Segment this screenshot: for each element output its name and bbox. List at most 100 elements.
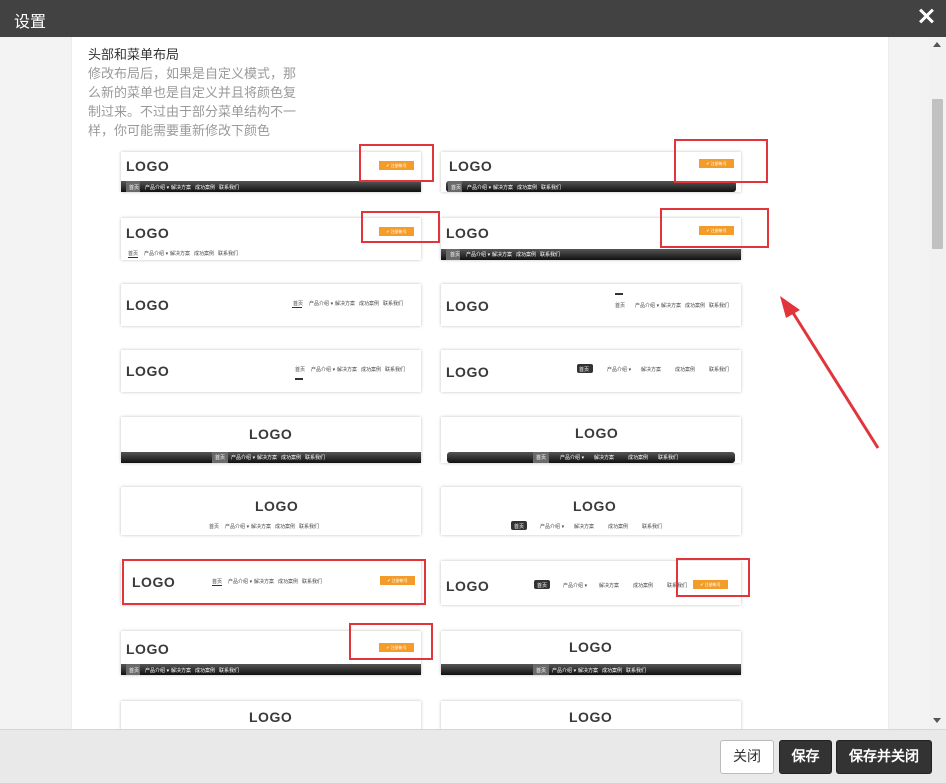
close-icon[interactable] xyxy=(918,8,934,24)
layout-template-card[interactable]: LOGO 首页 产品介绍 ▾ 解决方案 成功案例 联系我们 xyxy=(121,284,421,326)
menu-item: 产品介绍 ▾ xyxy=(145,668,170,674)
template-register-button: ✔ 注册帐号 xyxy=(379,643,414,652)
layout-template-card[interactable]: LOGO ✔ 注册帐号 首页 产品介绍 ▾ 解决方案 成功案例 联系我们 xyxy=(441,218,741,260)
menu-bar xyxy=(447,452,735,463)
layout-template-card[interactable]: LOGO 首页 产品介绍 ▾ 解决方案 成功案例 联系我们 xyxy=(441,487,741,535)
template-logo: LOGO xyxy=(249,426,293,442)
layout-template-card[interactable]: LOGO 首页 产品介绍 ▾ 解决方案 成功案例 联系我们 xyxy=(441,284,741,326)
menu-item: 成功案例 xyxy=(195,668,216,674)
menu-item: 联系我们 xyxy=(709,303,730,309)
save-and-close-button[interactable]: 保存并关闭 xyxy=(836,740,932,774)
section-subtext: 修改布局后，如果是自定义模式，那么新的菜单也是自定义并且将颜色复制过来。不过由于… xyxy=(88,67,297,139)
layout-template-card[interactable]: LOGO ✔ 注册帐号 首页 产品介绍 ▾ 解决方案 成功案例 联系我们 xyxy=(121,218,421,260)
layout-template-card[interactable]: LOGO ✔ 注册帐号 首页 产品介绍 ▾ 解决方案 成功案例 联系我们 xyxy=(121,561,421,605)
menu-item: 首页 xyxy=(514,524,525,530)
menu-item: 首页 xyxy=(536,668,547,674)
template-logo: LOGO xyxy=(132,574,176,590)
layout-template-card[interactable]: LOGO 首页 产品介绍 ▾ 解决方案 成功案例 联系我们 xyxy=(441,417,741,463)
menu-item: 解决方案 xyxy=(492,252,513,258)
menu-item: 首页 xyxy=(295,367,306,373)
template-logo: LOGO xyxy=(446,364,490,380)
menu-item: 解决方案 xyxy=(335,301,356,307)
section-heading: 头部和菜单布局 xyxy=(88,48,180,63)
template-logo: LOGO xyxy=(569,639,613,655)
menu-item: 首页 xyxy=(209,524,220,530)
menu-item: 成功案例 xyxy=(278,579,299,585)
layout-template-card[interactable]: LOGO ✔ 注册帐号 首页 产品介绍 ▾ 解决方案 成功案例 联系我们 xyxy=(121,152,421,192)
layout-template-card[interactable]: LOGO xyxy=(121,701,421,729)
dialog-titlebar: 设置 xyxy=(0,0,946,37)
menu-item: 成功案例 xyxy=(633,583,654,589)
scrollbar[interactable] xyxy=(929,37,946,729)
menu-item: 首页 xyxy=(128,251,139,257)
layout-template-card[interactable]: LOGO 首页 产品介绍 ▾ 解决方案 成功案例 联系我们 ✔ 注册帐号 xyxy=(441,561,741,605)
menu-item: 成功案例 xyxy=(194,251,215,257)
menu-item: 解决方案 xyxy=(171,185,192,191)
template-logo: LOGO xyxy=(449,158,493,174)
template-logo: LOGO xyxy=(126,641,170,657)
menu-item: 首页 xyxy=(579,367,590,373)
menu-item: 成功案例 xyxy=(685,303,706,309)
layout-template-card[interactable]: LOGO 首页 产品介绍 ▾ 解决方案 成功案例 联系我们 xyxy=(441,350,741,392)
menu-item: 首页 xyxy=(129,185,140,191)
close-button[interactable]: 关闭 xyxy=(720,740,774,774)
menu-item: 产品介绍 ▾ xyxy=(635,303,660,309)
menu-item: 解决方案 xyxy=(661,303,682,309)
menu-item: 产品介绍 ▾ xyxy=(144,251,169,257)
layout-template-card[interactable]: LOGO 首页 产品介绍 ▾ 解决方案 成功案例 联系我们 xyxy=(121,417,421,463)
scroll-down-icon[interactable] xyxy=(933,718,941,723)
template-register-button: ✔ 注册帐号 xyxy=(380,576,415,585)
template-logo: LOGO xyxy=(126,158,170,174)
template-logo: LOGO xyxy=(249,709,293,725)
menu-underline xyxy=(128,257,138,258)
menu-item: 解决方案 xyxy=(254,579,275,585)
menu-item: 解决方案 xyxy=(171,668,192,674)
menu-item: 成功案例 xyxy=(675,367,696,373)
menu-item: 成功案例 xyxy=(628,455,649,461)
scroll-up-icon[interactable] xyxy=(933,42,941,47)
menu-item: 解决方案 xyxy=(641,367,662,373)
menu-item: 联系我们 xyxy=(642,524,663,530)
template-logo: LOGO xyxy=(569,709,613,725)
menu-item: 成功案例 xyxy=(275,524,296,530)
layout-template-card[interactable]: LOGO 首页 产品介绍 ▾ 解决方案 成功案例 联系我们 xyxy=(441,631,741,675)
menu-marker xyxy=(615,293,623,295)
template-logo: LOGO xyxy=(126,225,170,241)
menu-item: 联系我们 xyxy=(709,367,730,373)
menu-item: 产品介绍 ▾ xyxy=(231,455,256,461)
menu-item: 产品介绍 ▾ xyxy=(552,668,577,674)
menu-item: 产品介绍 ▾ xyxy=(560,455,585,461)
layout-template-card[interactable]: LOGO xyxy=(441,701,741,729)
template-logo: LOGO xyxy=(446,578,490,594)
menu-item: 成功案例 xyxy=(359,301,380,307)
layout-template-card[interactable]: LOGO ✔ 注册帐号 首页 产品介绍 ▾ 解决方案 成功案例 联系我们 xyxy=(121,631,421,675)
menu-item: 联系我们 xyxy=(385,367,406,373)
menu-item: 产品介绍 ▾ xyxy=(466,252,491,258)
layout-template-card[interactable]: LOGO ✔ 注册帐号 首页 产品介绍 ▾ 解决方案 成功案例 联系我们 xyxy=(441,152,741,192)
scrollbar-thumb[interactable] xyxy=(932,99,943,249)
save-button[interactable]: 保存 xyxy=(779,740,832,774)
menu-item: 首页 xyxy=(450,252,461,258)
template-logo: LOGO xyxy=(255,498,299,514)
layout-template-card[interactable]: LOGO 首页 产品介绍 ▾ 解决方案 成功案例 联系我们 xyxy=(121,350,421,392)
menu-item: 首页 xyxy=(212,579,223,585)
template-logo: LOGO xyxy=(573,498,617,514)
dialog-title: 设置 xyxy=(14,12,47,31)
menu-item: 产品介绍 ▾ xyxy=(540,524,565,530)
menu-item: 产品介绍 ▾ xyxy=(311,367,336,373)
menu-item: 产品介绍 ▾ xyxy=(309,301,334,307)
dialog-footer: 关闭 保存 保存并关闭 xyxy=(0,729,946,783)
menu-item: 解决方案 xyxy=(251,524,272,530)
menu-item: 联系我们 xyxy=(626,668,647,674)
layout-template-card[interactable]: LOGO 首页 产品介绍 ▾ 解决方案 成功案例 联系我们 xyxy=(121,487,421,535)
menu-item: 成功案例 xyxy=(516,252,537,258)
template-logo: LOGO xyxy=(446,225,490,241)
template-logo: LOGO xyxy=(126,363,170,379)
menu-item: 联系我们 xyxy=(658,455,679,461)
menu-item: 解决方案 xyxy=(599,583,620,589)
menu-item: 产品介绍 ▾ xyxy=(145,185,170,191)
template-logo: LOGO xyxy=(575,425,619,441)
menu-item: 成功案例 xyxy=(281,455,302,461)
section-description: 头部和菜单布局 修改布局后，如果是自定义模式，那么新的菜单也是自定义并且将颜色复… xyxy=(88,46,308,141)
menu-item: 联系我们 xyxy=(302,579,323,585)
